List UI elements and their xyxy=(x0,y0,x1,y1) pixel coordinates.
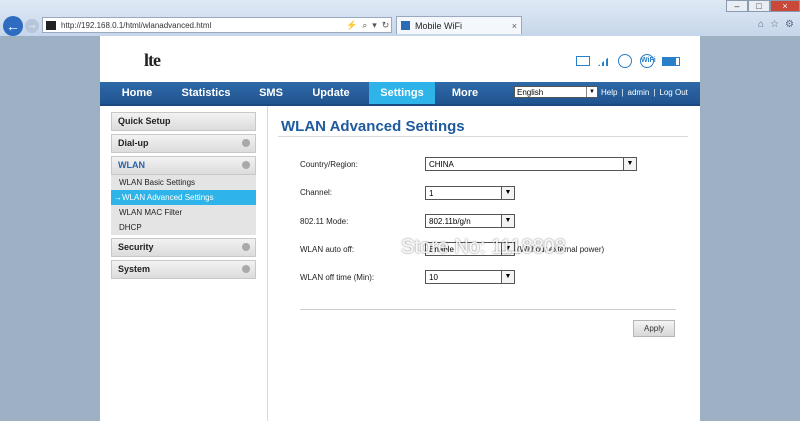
channel-label: Channel: xyxy=(300,188,333,197)
chevron-down-icon: ▼ xyxy=(586,87,597,97)
sidebar-wlan[interactable]: WLAN xyxy=(111,156,256,175)
chevron-down-icon: ▼ xyxy=(501,187,514,199)
search-icon[interactable]: ⌕ xyxy=(362,20,367,31)
content-divider xyxy=(300,309,676,310)
nav-statistics[interactable]: Statistics xyxy=(170,82,242,104)
expand-icon xyxy=(242,243,250,251)
favorites-star-icon[interactable]: ☆ xyxy=(770,19,779,30)
maximize-button[interactable]: □ xyxy=(748,0,770,12)
sidebar-system-label: System xyxy=(118,264,151,274)
country-label: Country/Region: xyxy=(300,160,358,169)
mode-label: 802.11 Mode: xyxy=(300,217,349,226)
main-nav-bar: Home Statistics SMS Update Settings More… xyxy=(100,82,700,106)
title-divider xyxy=(278,136,688,137)
tab-favicon-icon xyxy=(401,21,410,30)
admin-user: admin xyxy=(627,88,650,97)
forward-button[interactable]: → xyxy=(25,19,39,33)
back-button[interactable]: ← xyxy=(3,16,23,36)
mode-value: 802.11b/g/n xyxy=(429,217,471,226)
sidebar-item-wlan-basic[interactable]: WLAN Basic Settings xyxy=(111,175,256,190)
offtime-value: 10 xyxy=(429,273,438,282)
divider xyxy=(267,106,268,421)
tab-close-icon[interactable]: × xyxy=(512,17,517,35)
sidebar-item-wlan-mac-filter[interactable]: WLAN MAC Filter xyxy=(111,205,256,220)
nav-home[interactable]: Home xyxy=(108,82,166,104)
window-controls: – □ × xyxy=(726,0,800,12)
chevron-down-icon: ▼ xyxy=(501,271,514,283)
nav-settings[interactable]: Settings xyxy=(369,82,435,104)
router-web-page: lte WiFi Home Statistics SMS Update Sett… xyxy=(100,36,700,421)
browser-tab[interactable]: Mobile WiFi × xyxy=(396,16,522,34)
sidebar-item-dhcp[interactable]: DHCP xyxy=(111,220,256,235)
nav-links: Help | admin | Log Out xyxy=(601,82,688,104)
sidebar-system[interactable]: System xyxy=(111,260,256,279)
help-link[interactable]: Help xyxy=(601,82,617,104)
channel-select[interactable]: 1 ▼ xyxy=(425,186,515,200)
mail-icon[interactable] xyxy=(576,56,590,66)
separator: | xyxy=(621,88,624,97)
signal-icon xyxy=(598,56,610,66)
store-watermark: Store No: 1118808 xyxy=(401,236,566,258)
dropdown-arrow-icon[interactable]: ▾ xyxy=(372,20,377,31)
settings-sidebar: Quick Setup Dial-up WLAN WLAN Basic Sett… xyxy=(111,112,256,282)
sidebar-quick-setup[interactable]: Quick Setup xyxy=(111,112,256,131)
logout-link[interactable]: Log Out xyxy=(659,82,687,104)
chevron-down-icon: ▼ xyxy=(623,158,636,170)
status-icons: WiFi xyxy=(576,54,680,68)
channel-value: 1 xyxy=(429,189,434,198)
sidebar-dialup[interactable]: Dial-up xyxy=(111,134,256,153)
address-tools: ⚡ ⌕ ▾ ↻ xyxy=(346,17,389,33)
expand-icon xyxy=(242,139,250,147)
nav-sms[interactable]: SMS xyxy=(248,82,294,104)
browser-toolbar-right: ⌂ ☆ ⚙ xyxy=(758,19,794,30)
chevron-down-icon: ▼ xyxy=(501,215,514,227)
apply-button[interactable]: Apply xyxy=(633,320,675,337)
sidebar-item-wlan-advanced[interactable]: →WLAN Advanced Settings xyxy=(111,190,256,205)
separator: | xyxy=(653,88,656,97)
country-value: CHINA xyxy=(429,160,454,169)
settings-gear-icon[interactable]: ⚙ xyxy=(785,19,794,30)
country-select[interactable]: CHINA ▼ xyxy=(425,157,637,171)
lte-logo: lte xyxy=(144,50,161,70)
wifi-icon: WiFi xyxy=(640,54,656,68)
address-bar[interactable]: http://192.168.0.1/html/wlanadvanced.htm… xyxy=(42,17,392,33)
mode-select[interactable]: 802.11b/g/n ▼ xyxy=(425,214,515,228)
globe-icon xyxy=(618,54,632,68)
close-window-button[interactable]: × xyxy=(770,0,800,12)
refresh-icon[interactable]: ↻ xyxy=(382,20,390,31)
browser-chrome: – □ × ← → http://192.168.0.1/html/wlanad… xyxy=(0,0,800,36)
offtime-label: WLAN off time (Min): xyxy=(300,273,375,282)
address-text: http://192.168.0.1/html/wlanadvanced.htm… xyxy=(61,21,212,30)
language-value: English xyxy=(517,88,544,97)
autooff-label: WLAN auto off: xyxy=(300,245,355,254)
language-select[interactable]: English ▼ xyxy=(514,86,598,98)
tab-title: Mobile WiFi xyxy=(415,21,463,31)
offtime-select[interactable]: 10 ▼ xyxy=(425,270,515,284)
home-icon[interactable]: ⌂ xyxy=(758,19,764,30)
nav-more[interactable]: More xyxy=(438,82,492,104)
sidebar-dialup-label: Dial-up xyxy=(118,138,149,148)
sidebar-wlan-label: WLAN xyxy=(118,160,145,170)
collapse-icon xyxy=(242,161,250,169)
sidebar-security[interactable]: Security xyxy=(111,238,256,257)
compatibility-icon[interactable]: ⚡ xyxy=(346,20,357,31)
sidebar-security-label: Security xyxy=(118,242,154,252)
expand-icon xyxy=(242,265,250,273)
minimize-button[interactable]: – xyxy=(726,0,748,12)
page-favicon-icon xyxy=(46,21,56,30)
battery-icon xyxy=(662,56,680,66)
nav-update[interactable]: Update xyxy=(300,82,362,104)
page-title: WLAN Advanced Settings xyxy=(281,118,465,135)
